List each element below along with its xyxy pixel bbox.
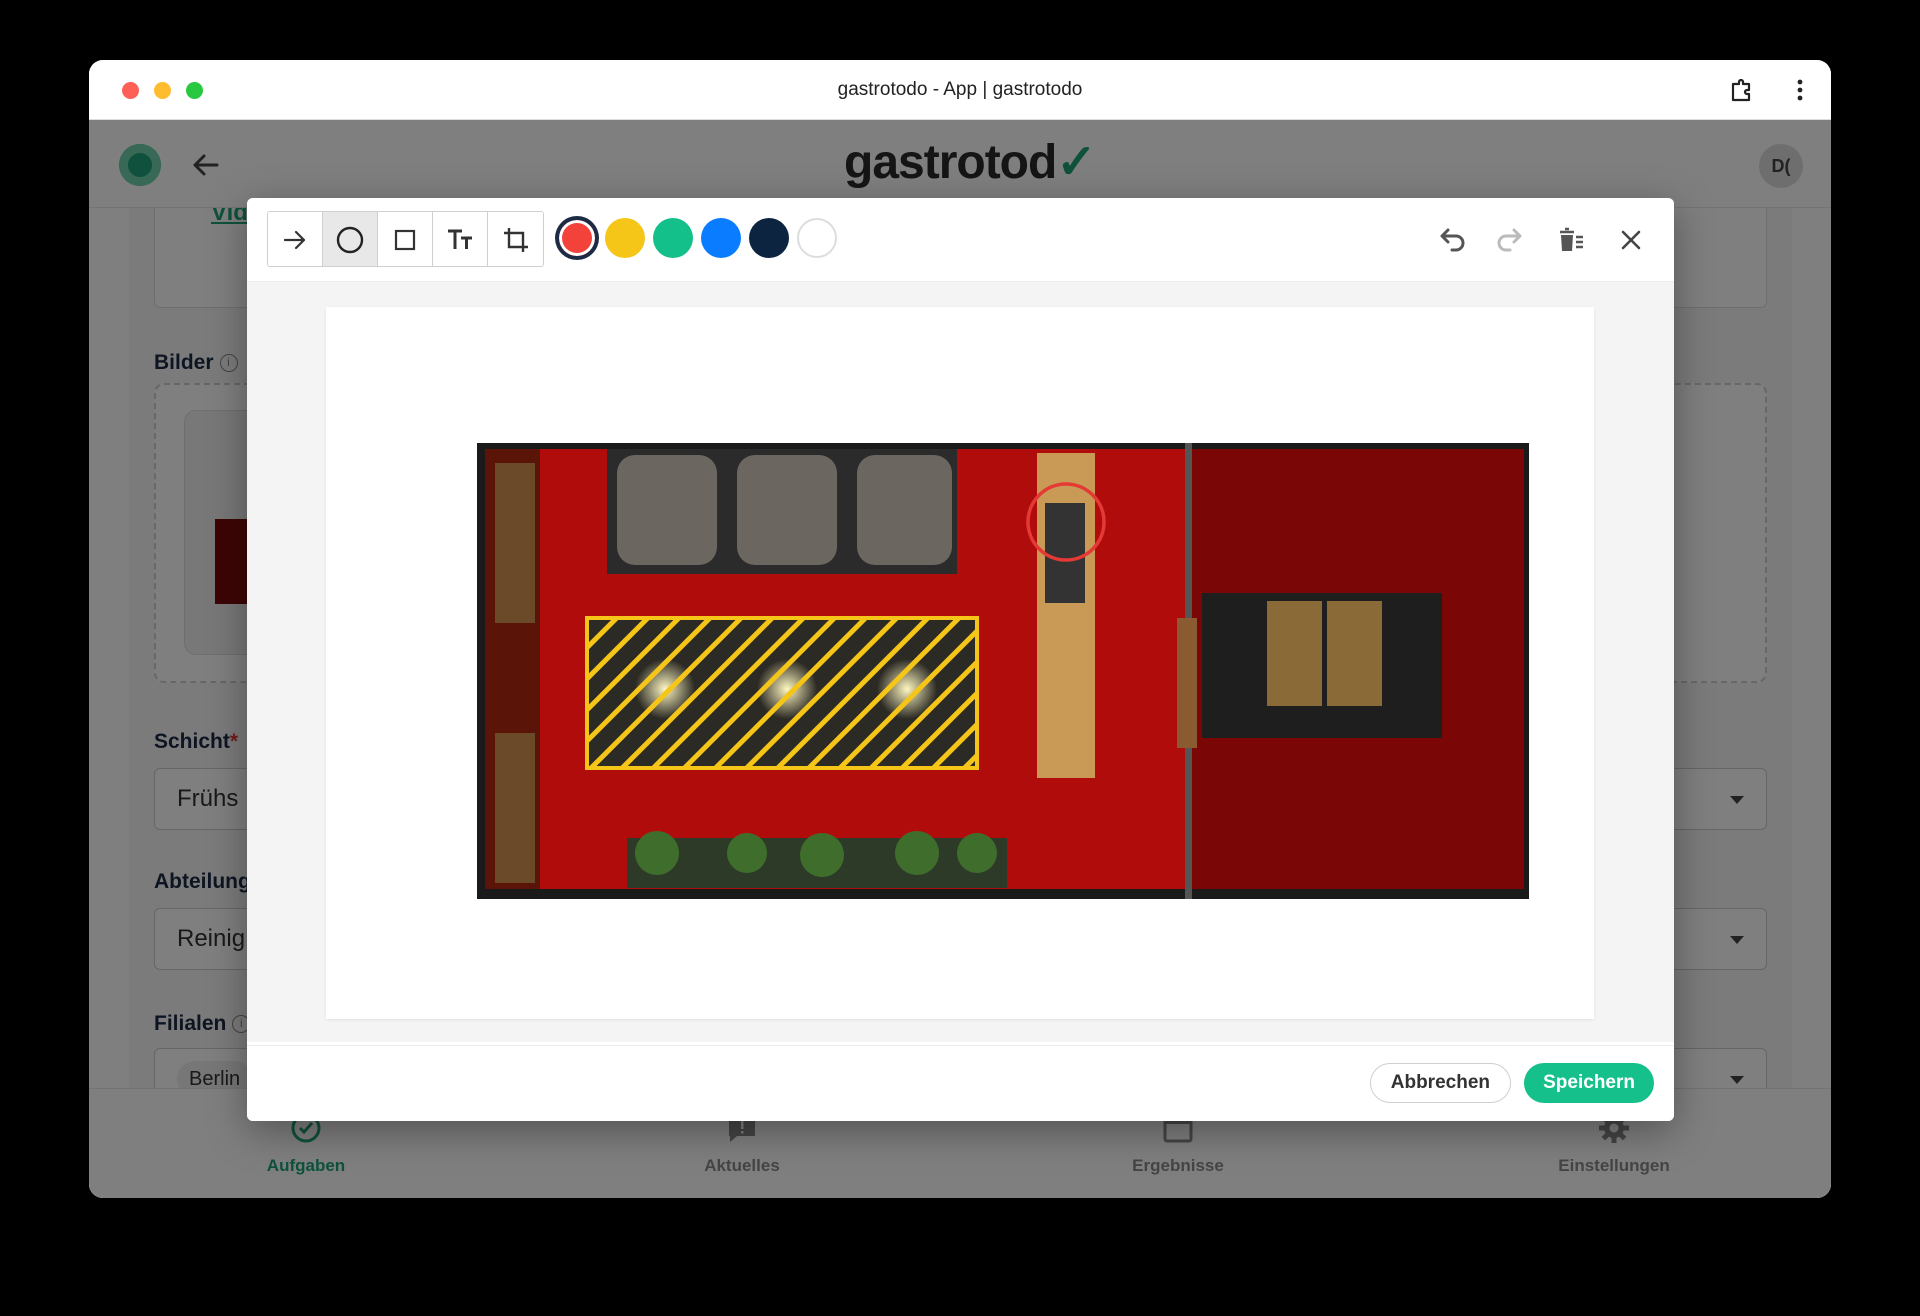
close-icon[interactable] [1615, 224, 1647, 256]
delete-icon[interactable] [1555, 224, 1587, 256]
tool-group [267, 211, 544, 267]
color-swatch-yellow[interactable] [605, 218, 645, 258]
crop-tool[interactable] [488, 212, 543, 266]
color-swatch-green[interactable] [653, 218, 693, 258]
square-icon [394, 229, 416, 251]
circle-tool[interactable] [323, 212, 378, 266]
crop-icon [503, 228, 528, 252]
text-size-icon [448, 229, 472, 249]
cancel-button[interactable]: Abbrechen [1369, 1063, 1511, 1103]
color-swatch-red[interactable] [557, 218, 597, 258]
extension-icon[interactable] [1727, 76, 1755, 104]
color-swatch-white[interactable] [797, 218, 837, 258]
more-vertical-icon[interactable] [1795, 76, 1805, 104]
text-tool[interactable] [433, 212, 488, 266]
color-swatch-navy[interactable] [749, 218, 789, 258]
color-swatch-blue[interactable] [701, 218, 741, 258]
editor-canvas[interactable] [326, 307, 1594, 1019]
window-title: gastrotodo - App | gastrotodo [837, 79, 1083, 100]
arrow-right-icon [283, 230, 306, 250]
undo-icon[interactable] [1435, 224, 1467, 256]
image-editor-modal: Abbrechen Speichern [247, 198, 1674, 1121]
title-bar: gastrotodo - App | gastrotodo [89, 60, 1831, 120]
floorplan-image[interactable] [477, 443, 1529, 899]
editor-canvas-area [247, 282, 1674, 1042]
editor-footer: Abbrechen Speichern [247, 1045, 1674, 1121]
browser-window: gastrotodo - App | gastrotodo gastrotod✓… [89, 60, 1831, 1198]
arrow-tool[interactable] [268, 212, 323, 266]
save-button[interactable]: Speichern [1524, 1063, 1654, 1103]
circle-icon [336, 226, 364, 254]
color-palette [557, 218, 837, 258]
rectangle-tool[interactable] [378, 212, 433, 266]
redo-icon[interactable] [1495, 224, 1527, 256]
editor-toolbar [247, 198, 1674, 282]
